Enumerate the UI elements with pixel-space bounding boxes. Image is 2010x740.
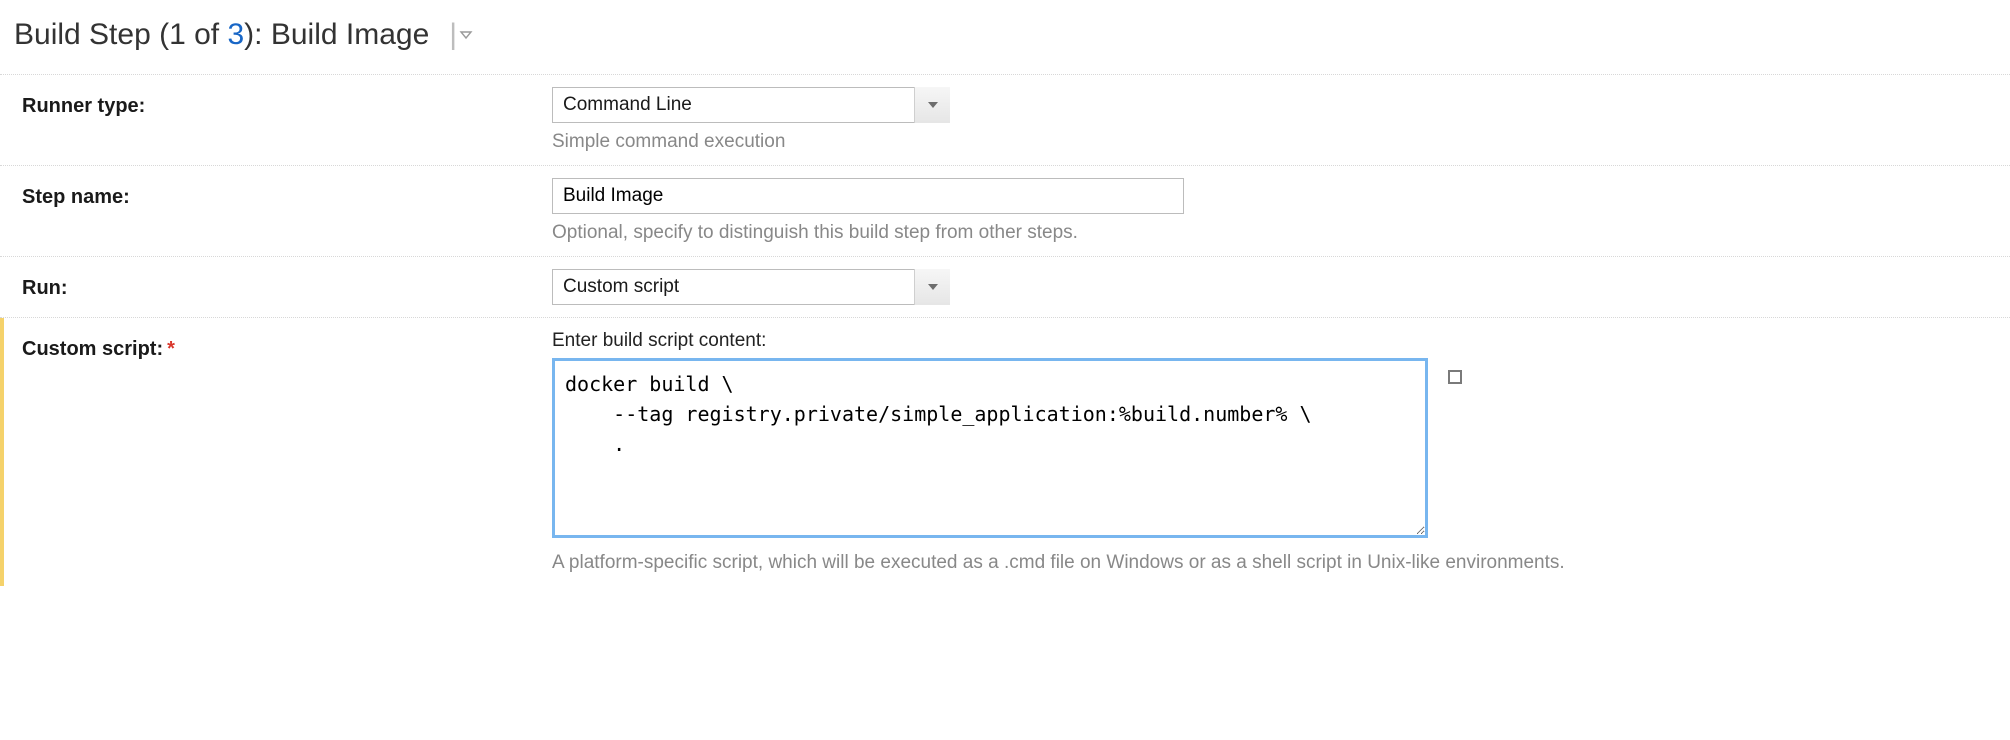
heading-step-current: 1 bbox=[169, 18, 186, 51]
runner-type-select[interactable]: Command Line bbox=[552, 87, 950, 123]
chevron-down-icon bbox=[459, 30, 473, 40]
section-custom-script: Custom script:* Enter build script conte… bbox=[0, 317, 2010, 586]
section-run: Run: Custom script bbox=[0, 256, 2010, 317]
expand-editor-button[interactable] bbox=[1448, 368, 1462, 390]
page-heading: Build Step (1 of 3): Build Image | bbox=[0, 0, 2010, 74]
heading-text: Build Step (1 of 3): Build Image bbox=[14, 18, 429, 52]
custom-script-field-header: Enter build script content: bbox=[552, 330, 1990, 352]
heading-suffix: ): bbox=[244, 18, 271, 51]
heading-step-total-link[interactable]: 3 bbox=[227, 18, 244, 51]
expand-icon bbox=[1448, 370, 1462, 384]
section-step-name: Step name: Optional, specify to distingu… bbox=[0, 165, 2010, 256]
runner-type-label: Runner type: bbox=[22, 87, 552, 118]
required-asterisk: * bbox=[167, 338, 175, 360]
heading-step-title: Build Image bbox=[271, 18, 429, 51]
run-label: Run: bbox=[22, 269, 552, 300]
heading-prefix: Build Step ( bbox=[14, 18, 169, 51]
reorder-steps-dropdown[interactable]: | bbox=[449, 18, 473, 52]
custom-script-label: Custom script:* bbox=[22, 330, 552, 361]
runner-type-select-value[interactable]: Command Line bbox=[552, 87, 950, 123]
heading-of: of bbox=[186, 18, 228, 51]
step-name-hint: Optional, specify to distinguish this bu… bbox=[552, 222, 1990, 244]
step-name-label: Step name: bbox=[22, 178, 552, 209]
custom-script-textarea[interactable] bbox=[552, 358, 1428, 538]
custom-script-hint: A platform-specific script, which will b… bbox=[552, 552, 1990, 574]
step-name-input[interactable] bbox=[552, 178, 1184, 214]
section-runner-type: Runner type: Command Line Simple command… bbox=[0, 74, 2010, 165]
runner-type-hint: Simple command execution bbox=[552, 131, 1990, 153]
run-select-value[interactable]: Custom script bbox=[552, 269, 950, 305]
run-select[interactable]: Custom script bbox=[552, 269, 950, 305]
pipe-separator: | bbox=[449, 18, 457, 52]
